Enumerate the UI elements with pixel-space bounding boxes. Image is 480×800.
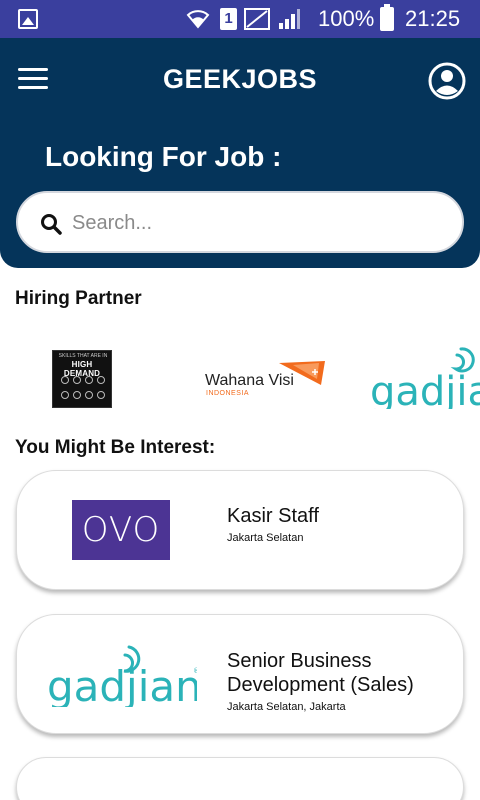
gallery-icon xyxy=(18,9,38,29)
search-icon xyxy=(41,214,62,235)
battery-icon xyxy=(380,4,394,31)
job-location: Jakarta Selatan, Jakarta xyxy=(227,701,346,713)
grid-icon xyxy=(61,376,105,399)
job-title: Senior Business Development (Sales) xyxy=(227,650,414,696)
partner-carousel[interactable]: SKILLS THAT ARE IN HIGH DEMAND Wahana Vi… xyxy=(0,335,480,425)
search-input[interactable] xyxy=(72,207,442,239)
job-card[interactable] xyxy=(16,757,464,800)
search-bar xyxy=(16,191,464,253)
company-logo-gadjian: ® gadjian xyxy=(47,645,197,707)
partner-logo-gadjian[interactable]: gadjian xyxy=(370,347,480,409)
status-bar: 1 100% 21:25 xyxy=(0,0,480,38)
signal-empty-icon xyxy=(244,8,270,30)
job-title: Kasir Staff xyxy=(227,505,319,527)
sim-icon: 1 xyxy=(220,8,237,30)
job-card[interactable]: ® gadjian Senior Business Development (S… xyxy=(16,614,464,734)
hiring-partner-title: Hiring Partner xyxy=(15,288,142,309)
page-heading: Looking For Job : xyxy=(45,141,282,172)
app-header: GEEKJOBS Looking For Job : xyxy=(0,38,480,268)
svg-text:gadjian: gadjian xyxy=(370,369,480,409)
partner-logo-wahana-visi[interactable]: Wahana Visi INDONESIA xyxy=(205,361,325,401)
app-title: GEEKJOBS xyxy=(162,64,318,94)
battery-percent: 100% xyxy=(318,6,375,31)
clock: 21:25 xyxy=(405,6,461,31)
profile-icon[interactable] xyxy=(428,62,466,100)
company-logo-ovo: OVO xyxy=(72,500,170,560)
svg-text:gadjian: gadjian xyxy=(47,662,197,707)
job-card[interactable]: OVO Kasir Staff Jakarta Selatan xyxy=(16,470,464,590)
job-location: Jakarta Selatan xyxy=(227,532,304,544)
partner-logo-high-demand[interactable]: SKILLS THAT ARE IN HIGH DEMAND xyxy=(52,350,112,408)
wifi-icon xyxy=(186,10,210,29)
interest-title: You Might Be Interest: xyxy=(15,437,216,458)
signal-icon xyxy=(279,9,300,29)
